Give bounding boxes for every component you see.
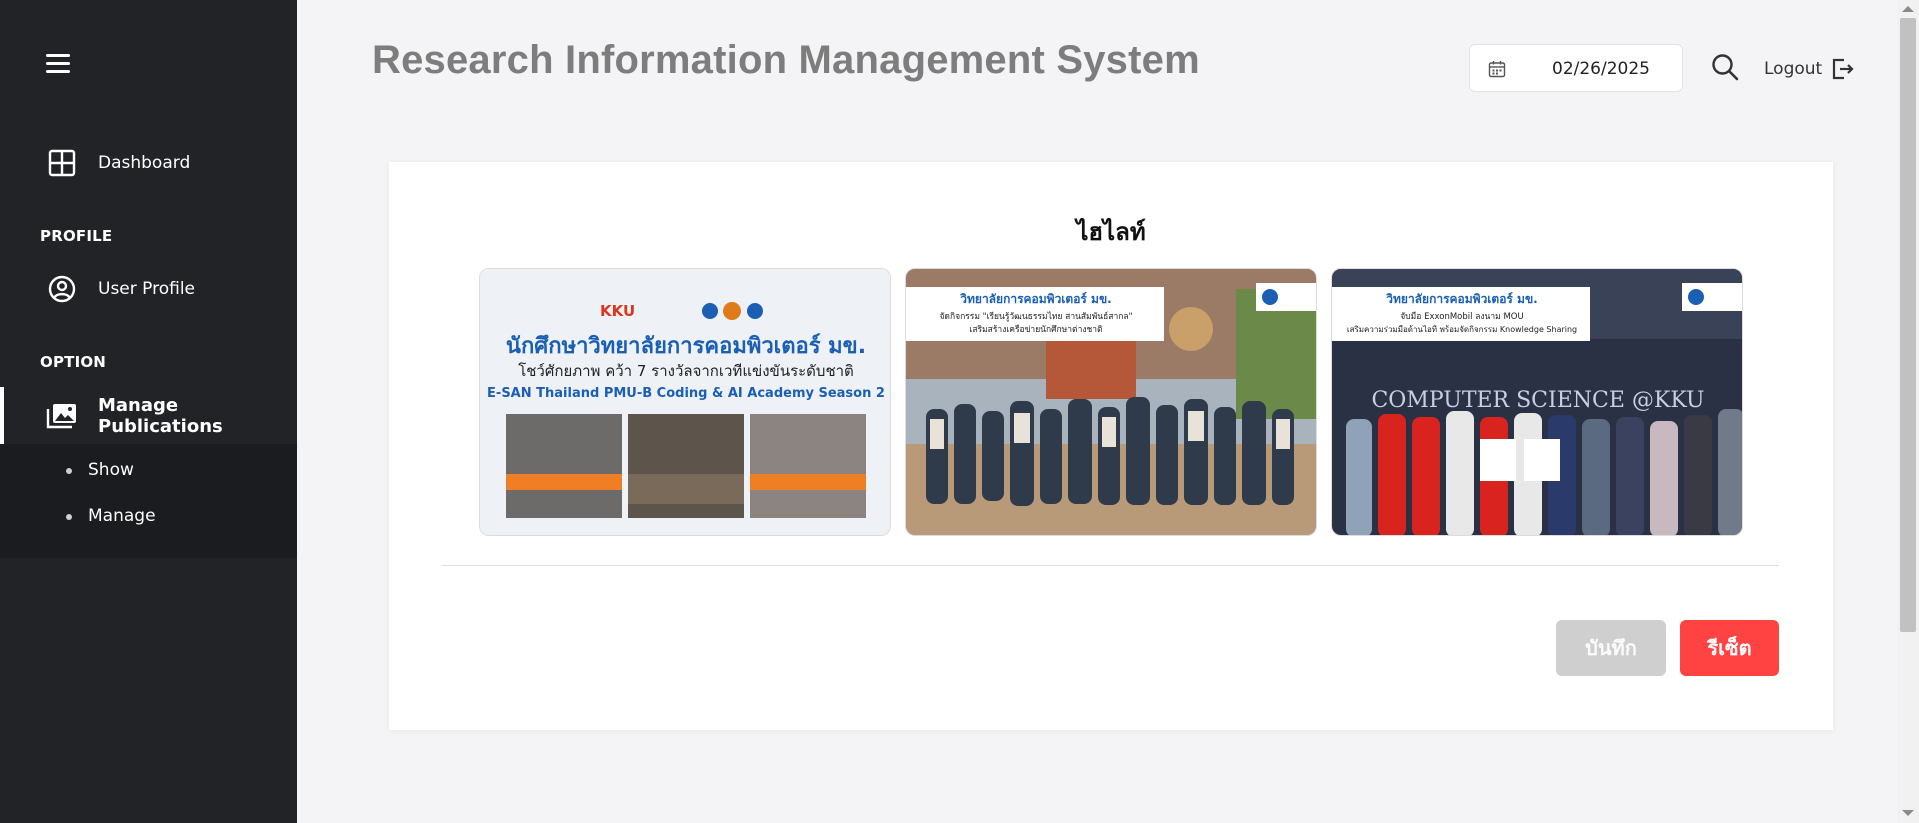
date-picker[interactable]: 02/26/2025: [1469, 44, 1683, 92]
highlight-image-3[interactable]: COMPUTER SCIENCE @KKU วิทยาลัยการคอมพิวเ…: [1331, 268, 1743, 536]
highlight-subheading: โชว์ศักยภาพ คว้า 7 รางวัลจากเวทีแข่งขันร…: [518, 362, 854, 380]
card-title: ไฮไลท์: [1076, 218, 1146, 246]
sidebar-item-label: User Profile: [98, 279, 196, 299]
sidebar-item-user-profile[interactable]: User Profile: [0, 262, 297, 316]
logout-button[interactable]: Logout: [1764, 56, 1854, 82]
highlight-image-1[interactable]: KKU นักศึกษาวิทยาลัยการคอมพิวเตอร์ มข. โ…: [479, 268, 891, 536]
menu-toggle-icon[interactable]: [46, 54, 70, 74]
banner-text: COMPUTER SCIENCE @KKU: [1371, 388, 1704, 413]
highlight-tagline: เสริมสร้างเครือข่ายนักศึกษาต่างชาติ: [969, 324, 1102, 335]
save-button[interactable]: บันทึก: [1556, 620, 1666, 676]
highlight-graphic: COMPUTER SCIENCE @KKU วิทยาลัยการคอมพิวเ…: [1332, 269, 1742, 535]
submenu-item-manage[interactable]: Manage: [0, 497, 297, 537]
sidebar-item-label: Dashboard: [98, 153, 191, 173]
sidebar: Dashboard PROFILE User Profile OPTION Ma…: [0, 0, 297, 823]
submenu-item-label: Manage: [88, 506, 156, 526]
highlight-tagline: เสริมความร่วมมือด้านไอที พร้อมจัดกิจกรรม…: [1347, 325, 1577, 334]
section-label-option: OPTION: [40, 353, 107, 371]
divider: [442, 565, 1779, 566]
sidebar-item-label: Manage Publications: [98, 394, 223, 437]
scrollbar-thumb[interactable]: [1900, 18, 1916, 632]
kku-logo: KKU: [600, 302, 635, 320]
reset-button[interactable]: รีเซ็ต: [1680, 620, 1779, 676]
bullet-icon: [66, 468, 72, 474]
highlights-card: ไฮไลท์ KKU นักศึกษาวิทยาลัยการคอมพิวเตอร…: [389, 162, 1833, 730]
highlight-subheading: จับมือ ExxonMobil ลงนาม MOU: [1400, 311, 1523, 322]
page-title: Research Information Management System: [372, 38, 1200, 82]
calendar-icon: [1488, 61, 1506, 78]
submenu-item-show[interactable]: Show: [0, 451, 297, 491]
sidebar-item-manage-publications[interactable]: Manage Publications: [0, 387, 297, 444]
scroll-down-icon[interactable]: [1902, 810, 1914, 816]
highlight-graphic: วิทยาลัยการคอมพิวเตอร์ มข. จัดกิจกรรม "เ…: [906, 269, 1316, 535]
bullet-icon: [66, 514, 72, 520]
logout-icon: [1833, 58, 1854, 80]
section-label-profile: PROFILE: [40, 227, 113, 245]
highlight-tagline: E-SAN Thailand PMU-B Coding & AI Academy…: [487, 386, 885, 401]
user-circle-icon: [48, 275, 76, 303]
highlight-image-2[interactable]: วิทยาลัยการคอมพิวเตอร์ มข. จัดกิจกรรม "เ…: [905, 268, 1317, 536]
highlight-heading: นักศึกษาวิทยาลัยการคอมพิวเตอร์ มข.: [506, 333, 866, 359]
scroll-up-icon[interactable]: [1902, 6, 1914, 12]
logout-label: Logout: [1764, 59, 1823, 79]
highlight-heading: วิทยาลัยการคอมพิวเตอร์ มข.: [1386, 292, 1538, 306]
publications-submenu: Show Manage: [0, 444, 297, 558]
photo-library-icon: [46, 403, 76, 428]
date-value: 02/26/2025: [1552, 59, 1650, 79]
highlight-heading: วิทยาลัยการคอมพิวเตอร์ มข.: [960, 292, 1112, 306]
sidebar-item-dashboard[interactable]: Dashboard: [0, 136, 297, 190]
submenu-item-label: Show: [88, 460, 134, 480]
dashboard-icon: [48, 149, 76, 177]
highlight-graphic: KKU นักศึกษาวิทยาลัยการคอมพิวเตอร์ มข. โ…: [480, 269, 890, 535]
highlight-subheading: จัดกิจกรรม "เรียนรู้วัฒนธรรมไทย สานสัมพั…: [939, 311, 1132, 322]
search-icon[interactable]: [1710, 52, 1740, 82]
